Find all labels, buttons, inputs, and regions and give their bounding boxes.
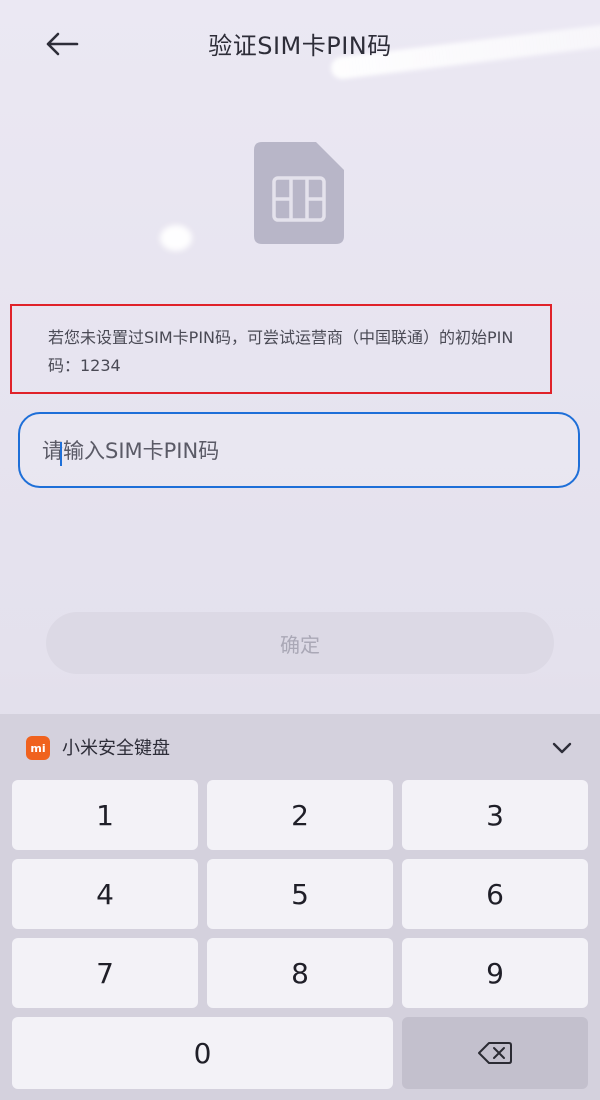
text-caret [60, 442, 62, 466]
key-label: 4 [96, 877, 114, 911]
notice-text: 若您未设置过SIM卡PIN码，可尝试运营商（中国联通）的初始PIN码：1234 [48, 328, 514, 375]
key-3[interactable]: 3 [402, 780, 588, 850]
key-label: 2 [291, 798, 309, 832]
screen-glare-spot [160, 225, 192, 251]
page-title: 验证SIM卡PIN码 [208, 32, 392, 60]
mi-logo-text: mi [30, 741, 46, 755]
key-label: 6 [486, 877, 504, 911]
pin-input-container[interactable] [18, 412, 580, 488]
header: 验证SIM卡PIN码 [0, 0, 600, 90]
key-label: 3 [486, 798, 504, 832]
key-6[interactable]: 6 [402, 859, 588, 929]
key-label: 8 [291, 956, 309, 990]
carrier-pin-notice: 若您未设置过SIM卡PIN码，可尝试运营商（中国联通）的初始PIN码：1234 [10, 304, 552, 394]
keyboard-bar: mi 小米安全键盘 [0, 714, 600, 780]
key-label: 7 [96, 956, 114, 990]
key-label: 1 [96, 798, 114, 832]
key-2[interactable]: 2 [207, 780, 393, 850]
key-5[interactable]: 5 [207, 859, 393, 929]
key-0[interactable]: 0 [12, 1017, 393, 1089]
confirm-button[interactable]: 确定 [46, 612, 554, 674]
pin-input[interactable] [42, 426, 542, 476]
chevron-down-icon[interactable] [548, 734, 576, 762]
key-9[interactable]: 9 [402, 938, 588, 1008]
key-7[interactable]: 7 [12, 938, 198, 1008]
backspace-icon [478, 1042, 512, 1064]
backspace-key[interactable] [402, 1017, 588, 1089]
key-label: 9 [486, 956, 504, 990]
sim-card-icon [254, 142, 344, 244]
key-8[interactable]: 8 [207, 938, 393, 1008]
key-label: 0 [193, 1036, 212, 1070]
secure-keyboard: mi 小米安全键盘 1 2 3 4 5 6 7 8 9 0 [0, 714, 600, 1100]
keyboard-title: 小米安全键盘 [62, 738, 170, 759]
key-1[interactable]: 1 [12, 780, 198, 850]
key-4[interactable]: 4 [12, 859, 198, 929]
key-label: 5 [291, 877, 309, 911]
mi-logo-icon: mi [26, 736, 50, 760]
